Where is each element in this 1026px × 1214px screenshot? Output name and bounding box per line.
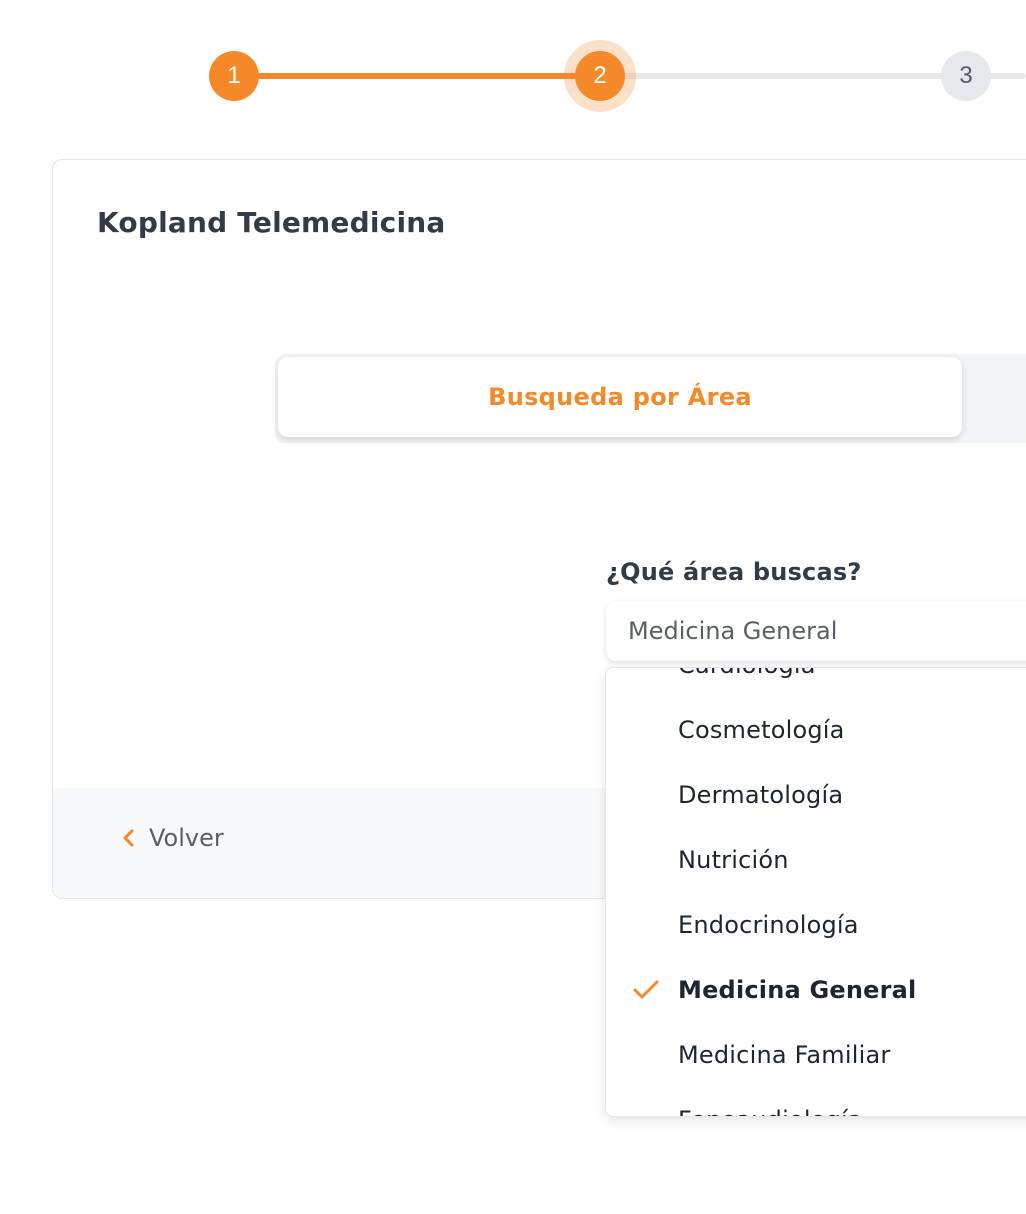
option-medicina-familiar[interactable]: Medicina Familiar xyxy=(606,1022,1026,1087)
option-endocrinologia[interactable]: Endocrinología xyxy=(606,892,1026,957)
area-select-value: Medicina General xyxy=(628,617,838,645)
back-button-label: Volver xyxy=(149,824,224,852)
option-label: Cosmetología xyxy=(678,715,845,744)
step-3-indicator[interactable]: 3 xyxy=(941,51,991,101)
chevron-left-icon xyxy=(121,828,135,848)
option-label: Endocrinología xyxy=(678,910,859,939)
area-option-list: Cardiología Cosmetología Dermatología Nu… xyxy=(606,668,1026,1117)
option-label: Dermatología xyxy=(678,780,844,809)
area-dropdown[interactable]: Cardiología Cosmetología Dermatología Nu… xyxy=(605,667,1026,1117)
area-select[interactable]: Medicina General xyxy=(606,601,1026,661)
stepper-line-completed xyxy=(234,73,600,79)
check-icon xyxy=(632,979,660,1001)
option-medicina-general[interactable]: Medicina General xyxy=(606,957,1026,1022)
option-cardiologia[interactable]: Cardiología xyxy=(606,668,1026,697)
option-nutricion[interactable]: Nutrición xyxy=(606,827,1026,892)
step-1-indicator[interactable]: 1 xyxy=(209,51,259,101)
progress-stepper: 1 2 3 xyxy=(0,0,1026,130)
option-label: Cardiología xyxy=(678,668,816,679)
back-button[interactable]: Volver xyxy=(121,824,224,852)
area-question-label: ¿Qué área buscas? xyxy=(606,558,862,586)
option-fonoaudiologia[interactable]: Fonoaudiología xyxy=(606,1087,1026,1117)
option-label: Medicina Familiar xyxy=(678,1040,891,1069)
option-label: Medicina General xyxy=(678,975,917,1004)
option-label: Nutrición xyxy=(678,845,789,874)
option-label: Fonoaudiología xyxy=(678,1106,863,1117)
page-title: Kopland Telemedicina xyxy=(97,206,446,239)
step-2-indicator[interactable]: 2 xyxy=(575,51,625,101)
tab-search-by-area[interactable]: Busqueda por Área xyxy=(278,357,962,437)
option-dermatologia[interactable]: Dermatología xyxy=(606,762,1026,827)
option-cosmetologia[interactable]: Cosmetología xyxy=(606,697,1026,762)
